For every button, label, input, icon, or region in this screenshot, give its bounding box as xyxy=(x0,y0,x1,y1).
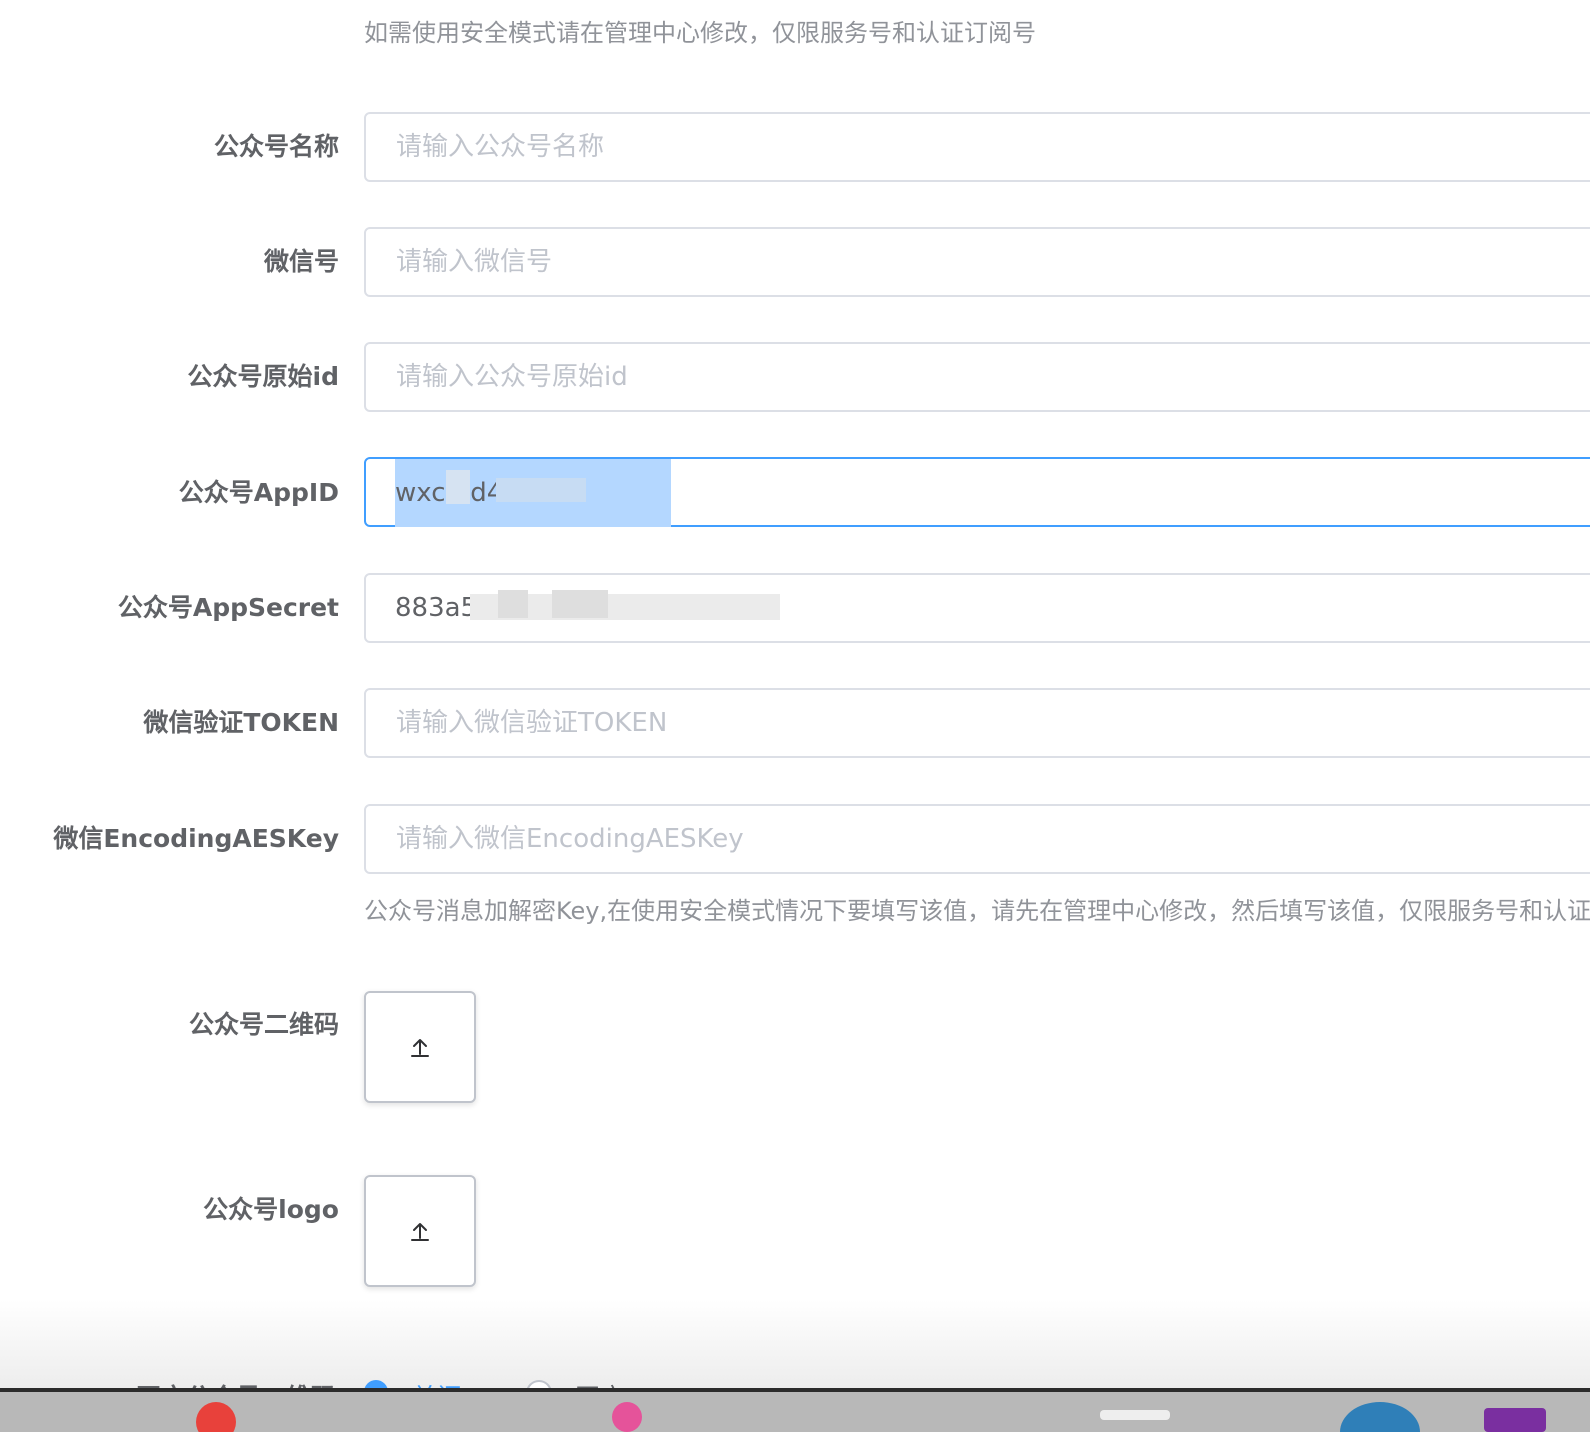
upload-arrow-icon xyxy=(411,1039,429,1057)
encoding-aes-key-input[interactable] xyxy=(364,804,1590,874)
os-dock xyxy=(0,1392,1590,1432)
wechat-id-input[interactable] xyxy=(364,227,1590,297)
logo-upload-button[interactable] xyxy=(364,1175,476,1287)
dock-app-icon[interactable] xyxy=(1100,1410,1170,1420)
security-mode-hint: 如需使用安全模式请在管理中心修改，仅限服务号和认证订阅号 xyxy=(364,19,1036,47)
token-label: 微信验证TOKEN xyxy=(143,708,339,737)
dock-app-icon[interactable] xyxy=(1340,1402,1420,1432)
original-id-input[interactable] xyxy=(364,342,1590,412)
encoding-aes-key-hint: 公众号消息加解密Key,在使用安全模式情况下要填写该值，请先在管理中心修改，然后… xyxy=(364,897,1590,925)
appid-selected-value: wxc 3d4d6 xyxy=(395,459,671,527)
appid-label: 公众号AppID xyxy=(178,478,339,507)
dock-app-icon[interactable] xyxy=(196,1402,236,1432)
appsecret-label: 公众号AppSecret xyxy=(117,593,339,622)
upload-arrow-icon xyxy=(411,1223,429,1241)
original-id-label: 公众号原始id xyxy=(187,362,339,391)
qrcode-upload-button[interactable] xyxy=(364,991,476,1103)
appsecret-value: 883a5 a2eda7f7 xyxy=(395,593,609,623)
qrcode-label: 公众号二维码 xyxy=(188,1010,339,1039)
token-input[interactable] xyxy=(364,688,1590,758)
dock-app-icon[interactable] xyxy=(1484,1408,1546,1432)
logo-label: 公众号logo xyxy=(203,1195,339,1224)
account-name-label: 公众号名称 xyxy=(213,132,339,161)
account-name-input[interactable] xyxy=(364,112,1590,182)
wechat-account-form: 如需使用安全模式请在管理中心修改，仅限服务号和认证订阅号 公众号名称 微信号 公… xyxy=(0,0,1590,1432)
encoding-aes-key-label: 微信EncodingAESKey xyxy=(53,824,339,853)
dock-app-icon[interactable] xyxy=(612,1402,642,1432)
wechat-id-label: 微信号 xyxy=(263,247,339,276)
